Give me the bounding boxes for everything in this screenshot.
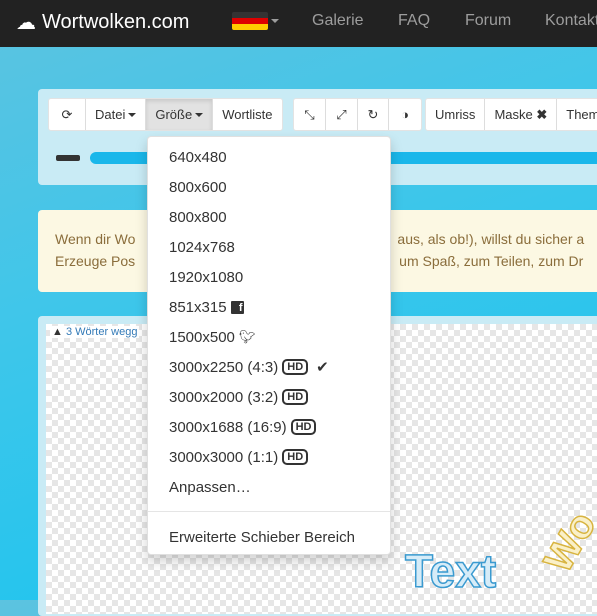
menu-item-size[interactable]: 1920x1080: [148, 262, 390, 292]
toolbar-group-view: ⤡ ⤢ ↻ ◑: [293, 98, 422, 131]
hd-badge: HD: [290, 419, 317, 435]
datei-button[interactable]: Datei: [86, 99, 147, 130]
cloud-icon: ☁: [16, 12, 36, 34]
caret-down-icon: [271, 19, 279, 23]
brand-link[interactable]: ☁ Wortwolken.com: [16, 10, 189, 35]
toolbar-group-style: Umriss Maske ✖ Them: [425, 98, 597, 131]
contrast-button[interactable]: ◑: [389, 99, 421, 130]
refresh-button[interactable]: ⟳: [49, 99, 86, 130]
menu-item-size[interactable]: 640x480: [148, 142, 390, 172]
nav-faq[interactable]: FAQ: [398, 12, 430, 30]
close-icon: ✖: [536, 106, 548, 122]
check-icon: ✔: [316, 359, 329, 376]
hd-badge: HD: [282, 389, 309, 405]
words-dropped-warning[interactable]: ▲ 3 Wörter wegg: [50, 326, 140, 338]
themen-button[interactable]: Them: [557, 99, 597, 130]
expand-button[interactable]: ⤢: [326, 99, 358, 130]
wortliste-button[interactable]: Wortliste: [213, 99, 281, 130]
nav-forum[interactable]: Forum: [465, 12, 511, 30]
umriss-button[interactable]: Umriss: [426, 99, 486, 130]
compress-icon: ⤡: [304, 106, 315, 122]
slider-min-handle[interactable]: [56, 155, 80, 161]
menu-item-size[interactable]: 851x315 f: [148, 292, 390, 322]
hd-badge: HD: [282, 449, 309, 465]
language-dropdown[interactable]: [232, 12, 279, 30]
maske-button[interactable]: Maske ✖: [485, 99, 558, 130]
groesse-button[interactable]: Größe: [146, 99, 214, 130]
caret-down-icon: [128, 112, 137, 117]
twitter-icon: 🐦︎: [238, 329, 256, 344]
menu-divider: [148, 511, 390, 512]
menu-item-size[interactable]: Anpassen…: [148, 472, 390, 502]
redo-button[interactable]: ↻: [358, 99, 389, 130]
menu-item-size[interactable]: 3000x2250 (4:3) HD ✔: [148, 352, 390, 382]
warning-icon: ▲: [52, 326, 63, 338]
nav-kontakt[interactable]: Kontakt: [545, 12, 597, 30]
menu-item-size[interactable]: 800x800: [148, 202, 390, 232]
navbar: ☁ Wortwolken.com Galerie FAQ Forum Kontak…: [0, 0, 597, 47]
menu-item-size[interactable]: 1024x768: [148, 232, 390, 262]
toolbar-group-main: ⟳ Datei Größe Wortliste: [48, 98, 283, 131]
menu-item-size[interactable]: 1500x500 🐦︎: [148, 322, 390, 352]
menu-item-extended-slider[interactable]: Erweiterte Schieber Bereich: [148, 522, 390, 552]
menu-item-size[interactable]: 800x600: [148, 172, 390, 202]
menu-item-size[interactable]: 3000x2000 (3:2) HD: [148, 382, 390, 412]
menu-item-size[interactable]: 3000x3000 (1:1) HD: [148, 442, 390, 472]
refresh-icon: ⟳: [61, 106, 73, 122]
menu-item-size[interactable]: 3000x1688 (16:9) HD: [148, 412, 390, 442]
size-dropdown-menu: 640x480 800x600 800x800 1024x768 1920x1080 85…: [147, 136, 391, 555]
caret-down-icon: [195, 112, 204, 117]
hd-badge: HD: [282, 359, 309, 375]
german-flag-icon: [232, 12, 268, 30]
facebook-icon: f: [230, 300, 244, 314]
cloud-word: Text: [404, 545, 497, 597]
rotate-icon: ↻: [367, 106, 379, 122]
expand-icon: ⤢: [336, 106, 347, 122]
compress-button[interactable]: ⤡: [294, 99, 326, 130]
nav-galerie[interactable]: Galerie: [312, 12, 364, 30]
contrast-icon: ◑: [401, 107, 409, 122]
